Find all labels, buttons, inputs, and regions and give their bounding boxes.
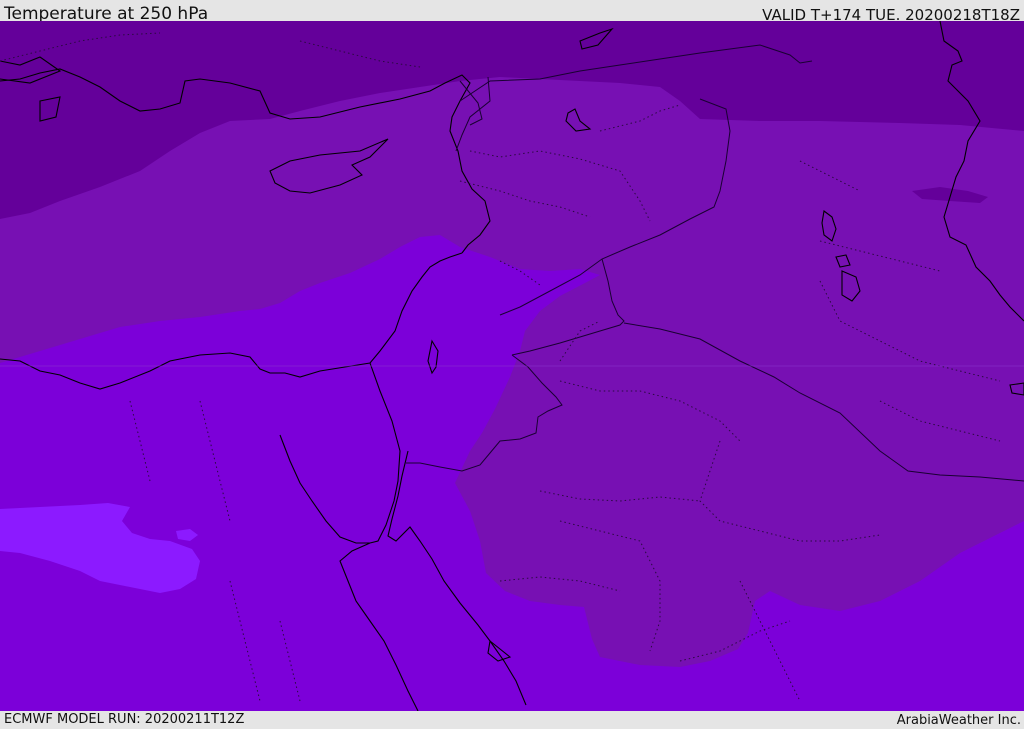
map-page: Temperature at 250 hPa VALID T+174 TUE. … xyxy=(0,0,1024,729)
credit-label: ArabiaWeather Inc. xyxy=(896,713,1021,728)
map-area xyxy=(0,21,1024,711)
map-svg xyxy=(0,21,1024,711)
model-run-label: ECMWF MODEL RUN: 20200211T12Z xyxy=(4,712,245,727)
